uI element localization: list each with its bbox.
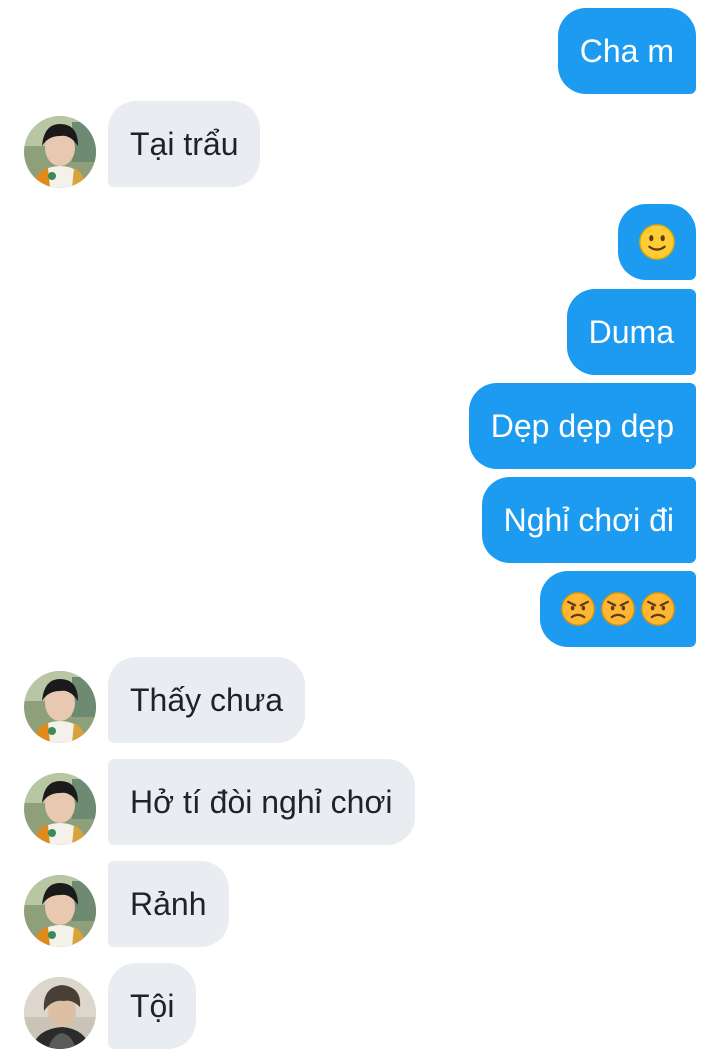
angry-face-icon	[641, 592, 675, 626]
avatar-1-image	[24, 773, 96, 845]
avatar[interactable]	[24, 875, 96, 947]
incoming-message: Tội	[108, 963, 197, 1049]
avatar-1-image	[24, 875, 96, 947]
message-text: Rảnh	[130, 885, 207, 922]
message-bubble[interactable]: Duma	[566, 289, 696, 375]
message-bubble[interactable]	[618, 204, 696, 280]
message-bubble[interactable]: Thấy chưa	[108, 657, 306, 743]
message-bubble[interactable]: Dẹp dẹp dẹp	[468, 383, 696, 469]
message-text: Tại trẩu	[130, 125, 239, 162]
message-bubble[interactable]: Rảnh	[108, 861, 229, 947]
outgoing-message: Dẹp dẹp dẹp	[468, 383, 696, 469]
angry-face-icon	[561, 592, 595, 626]
outgoing-message: Duma	[566, 289, 696, 375]
avatar[interactable]	[24, 116, 96, 188]
message-bubble[interactable]	[540, 571, 696, 647]
outgoing-message: Nghỉ chơi đi	[481, 477, 696, 563]
avatar-2-image	[24, 977, 96, 1049]
outgoing-message: Cha m	[557, 8, 696, 94]
incoming-message: Hở tí đòi nghỉ chơi	[108, 759, 415, 845]
avatar[interactable]	[24, 977, 96, 1049]
incoming-message: Tại trẩu	[108, 101, 261, 187]
message-text: Thấy chưa	[130, 681, 284, 718]
outgoing-message	[540, 571, 696, 647]
message-text: Tội	[130, 987, 175, 1024]
message-bubble[interactable]: Cha m	[557, 8, 696, 94]
angry-face-icon	[601, 592, 635, 626]
message-text: Duma	[588, 313, 674, 350]
message-bubble[interactable]: Tại trẩu	[108, 101, 261, 187]
avatar-1-image	[24, 116, 96, 188]
slightly-smiling-face-icon	[639, 224, 675, 260]
incoming-message: Thấy chưa	[108, 657, 306, 743]
message-bubble[interactable]: Tội	[108, 963, 197, 1049]
avatar[interactable]	[24, 773, 96, 845]
message-bubble[interactable]: Nghỉ chơi đi	[481, 477, 696, 563]
avatar-1-image	[24, 671, 96, 743]
message-text: Hở tí đòi nghỉ chơi	[130, 783, 393, 820]
incoming-message: Rảnh	[108, 861, 229, 947]
message-text: Cha m	[579, 32, 674, 69]
message-text: Nghỉ chơi đi	[503, 501, 674, 538]
outgoing-message	[618, 204, 696, 280]
message-text: Dẹp dẹp dẹp	[490, 407, 674, 444]
avatar[interactable]	[24, 671, 96, 743]
chat-thread: Cha m Tại trẩu Duma Dẹp dẹp dẹp Nghỉ chơ…	[0, 0, 720, 1064]
message-bubble[interactable]: Hở tí đòi nghỉ chơi	[108, 759, 415, 845]
